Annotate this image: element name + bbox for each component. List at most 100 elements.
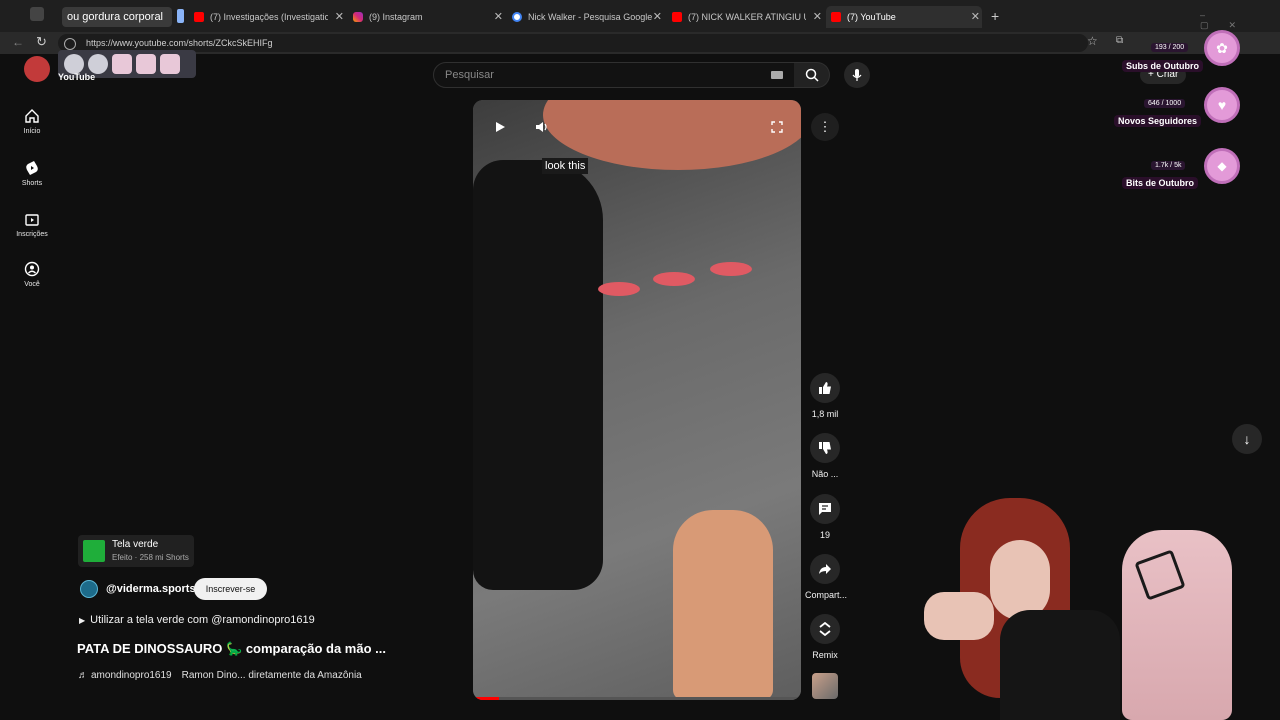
mic-icon [852, 69, 862, 81]
subscriptions-icon [25, 214, 39, 226]
video-scene-person [473, 160, 603, 590]
volume-icon [536, 122, 547, 132]
sidebar-item-shorts[interactable]: Shorts [8, 160, 56, 187]
green-screen-icon [83, 540, 105, 562]
remix-button[interactable]: Remix [805, 614, 845, 660]
webcam-hand [924, 592, 994, 640]
sound-thumbnail[interactable] [812, 673, 838, 699]
home-icon [25, 109, 39, 123]
fullscreen-button[interactable] [767, 117, 787, 137]
sidebar-item-label: Inscrições [16, 231, 48, 238]
dislike-button[interactable]: Não ... [805, 433, 845, 479]
close-tab-icon[interactable]: ✕ [813, 10, 822, 23]
next-video-button[interactable]: ↓ [1232, 424, 1262, 454]
sidebar-item-subscriptions[interactable]: Inscrições [8, 211, 56, 238]
youtube-logo-text: YouTube [58, 72, 96, 82]
voice-search-button[interactable] [844, 62, 870, 88]
hamburger-menu-icon[interactable] [24, 56, 50, 82]
youtube-logo[interactable]: YouTube [58, 72, 95, 82]
close-tab-icon[interactable]: ✕ [494, 10, 503, 23]
search-icon [805, 68, 819, 82]
comment-icon [819, 503, 831, 515]
youtube-favicon-icon [194, 12, 204, 22]
emote-icon [136, 54, 156, 74]
thumb-down-icon [819, 442, 831, 454]
window-controls[interactable]: –▢✕ [1200, 10, 1280, 31]
tab-3-label: (9) Instagram [369, 12, 423, 22]
sidebar-item-label: Início [23, 128, 41, 135]
channel-avatar[interactable] [80, 580, 98, 598]
tab-1[interactable]: ou gordura corporal [62, 7, 172, 27]
remix-label: Remix [812, 650, 838, 660]
volume-button[interactable] [532, 117, 552, 137]
expand-arrow-icon: ▶ [79, 616, 86, 625]
emote-icon [64, 54, 84, 74]
flower-icon: ✿ [1204, 30, 1240, 66]
tab-3[interactable]: (9) Instagram ✕ [353, 6, 503, 28]
video-scene-marker [598, 282, 640, 296]
close-tab-icon[interactable]: ✕ [653, 10, 662, 23]
remix-icon [819, 622, 831, 636]
fullscreen-icon [771, 121, 783, 133]
like-button[interactable]: 1,8 mil [805, 373, 845, 419]
tab-4[interactable]: Nick Walker - Pesquisa Google ✕ [512, 6, 662, 28]
video-progress-bar[interactable] [473, 697, 801, 700]
youtube-favicon-icon [672, 12, 682, 22]
tab-2[interactable]: (7) Investigações (Investigations d ✕ [194, 6, 344, 28]
effect-title: Tela verde [112, 539, 159, 550]
url-bar[interactable]: https://www.youtube.com/shorts/ZCkcSkEHI… [58, 34, 1088, 52]
close-tab-icon[interactable]: ✕ [335, 10, 344, 23]
goal-followers: 646 / 1000 Novos Seguidores ♥ [1110, 85, 1250, 145]
goal-label: Subs de Outubro [1122, 60, 1203, 72]
sidebar-item-you[interactable]: Você [8, 261, 56, 288]
search-input[interactable]: Pesquisar [433, 62, 795, 88]
effect-chip[interactable]: Tela verde Efeito · 258 mi Shorts [78, 535, 194, 567]
subscribe-button[interactable]: Inscrever-se [194, 578, 267, 600]
goal-count: 646 / 1000 [1144, 99, 1186, 108]
more-vert-icon: ⋮ [818, 119, 832, 134]
green-screen-link[interactable]: ▶ Utilizar a tela verde com @ramondinopro… [79, 614, 315, 626]
comments-button[interactable]: 19 [805, 494, 845, 540]
goal-count: 1.7k / 5k [1151, 161, 1186, 170]
close-tab-icon[interactable]: ✕ [971, 10, 980, 23]
audio-row[interactable]: ♬ amondinopro1619 Ramon Dino... diretament… [78, 670, 362, 681]
goal-subs: 193 / 200 Subs de Outubro ✿ [1118, 30, 1248, 90]
goal-label: Novos Seguidores [1114, 115, 1202, 127]
goal-label: Bits de Outubro [1122, 177, 1198, 189]
channel-name[interactable]: @viderma.sports [106, 583, 196, 595]
more-options-button[interactable]: ⋮ [811, 113, 839, 141]
site-info-icon[interactable] [64, 38, 76, 50]
gem-icon: ◆ [1204, 148, 1240, 184]
webcam-chair [1122, 530, 1232, 720]
tab-4-label: Nick Walker - Pesquisa Google [528, 12, 653, 22]
effect-subtitle: Efeito · 258 mi Shorts [112, 553, 189, 562]
keyboard-icon[interactable] [771, 71, 783, 79]
arrow-down-icon: ↓ [1243, 431, 1251, 447]
tab-group-marker [177, 9, 184, 23]
profile-icon[interactable] [30, 7, 44, 21]
video-title[interactable]: PATA DE DINOSSAURO 🦕 comparação da mão .… [77, 641, 386, 657]
tab-6[interactable]: (7) YouTube ✕ [826, 6, 982, 28]
back-icon[interactable]: ← [12, 35, 24, 49]
sidebar-item-label: Shorts [21, 180, 43, 187]
search-button[interactable] [794, 62, 830, 88]
tab-6-label: (7) YouTube [847, 12, 896, 22]
play-button[interactable] [490, 117, 510, 137]
goal-count: 193 / 200 [1151, 43, 1189, 52]
share-button[interactable]: Compart... [805, 554, 847, 600]
user-icon [24, 261, 40, 277]
sidebar-item-home[interactable]: Início [8, 108, 56, 135]
webcam-face [990, 540, 1050, 620]
like-count: 1,8 mil [811, 409, 839, 419]
tab-2-label: (7) Investigações (Investigations d [210, 12, 328, 22]
reload-icon[interactable]: ↻ [36, 34, 47, 50]
video-scene-marker [710, 262, 752, 276]
tab-1-label: ou gordura corporal [67, 11, 164, 23]
tab-5[interactable]: (7) NICK WALKER ATINGIU UM N ✕ [672, 6, 822, 28]
short-video-player[interactable] [473, 100, 801, 700]
new-tab-button[interactable]: + [991, 8, 999, 24]
music-note-icon: ♬ [78, 670, 88, 681]
bookmark-star-icon[interactable]: ☆ [1087, 34, 1098, 48]
emote-icon [160, 54, 180, 74]
emote-icon [112, 54, 132, 74]
